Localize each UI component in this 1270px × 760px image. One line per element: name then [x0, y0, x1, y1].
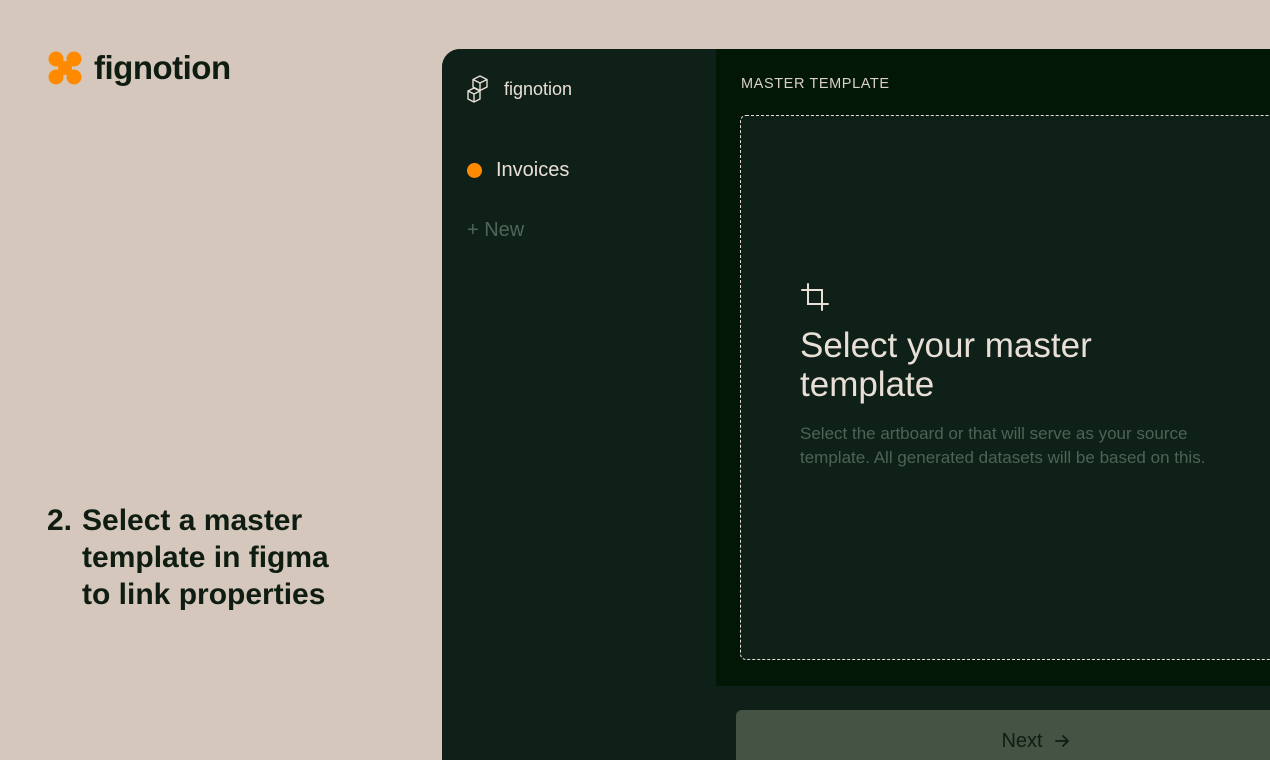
step-number: 2. — [47, 504, 73, 537]
arrow-right-icon — [1054, 735, 1069, 747]
crop-icon — [801, 283, 829, 311]
sidebar-app-name: fignotion — [504, 78, 573, 99]
section-label: MASTER TEMPLATE — [741, 76, 890, 92]
sidebar-item-label: Invoices — [496, 159, 570, 181]
new-item-button[interactable]: + New — [467, 219, 524, 242]
footer-bar: Next — [711, 686, 1270, 760]
sidebar-item-invoices[interactable]: Invoices — [467, 159, 569, 182]
brand-name: fignotion — [94, 49, 231, 86]
dropzone-title: Select your master template — [800, 326, 1092, 404]
step-text: Select a master template in figma to lin… — [82, 504, 329, 611]
dropzone-description: Select the artboard or that will serve a… — [800, 424, 1206, 467]
master-template-dropzone[interactable]: Select your master template Select the a… — [740, 115, 1270, 660]
sidebar: fignotion Invoices + New — [442, 49, 716, 760]
plugin-window: fignotion Invoices + New MASTER TEMPLATE… — [442, 49, 1270, 760]
orange-dot-icon — [467, 163, 482, 178]
cubes-icon — [467, 75, 488, 103]
brand: fignotion — [48, 50, 231, 86]
sidebar-brand: fignotion — [466, 74, 572, 104]
main-panel: MASTER TEMPLATE Select your master templ… — [716, 49, 1270, 686]
next-label: Next — [1001, 730, 1043, 752]
next-button[interactable]: Next — [736, 710, 1270, 760]
step-caption: 2. Select a master template in figma to … — [47, 502, 342, 613]
fignotion-logo-icon — [48, 51, 82, 85]
